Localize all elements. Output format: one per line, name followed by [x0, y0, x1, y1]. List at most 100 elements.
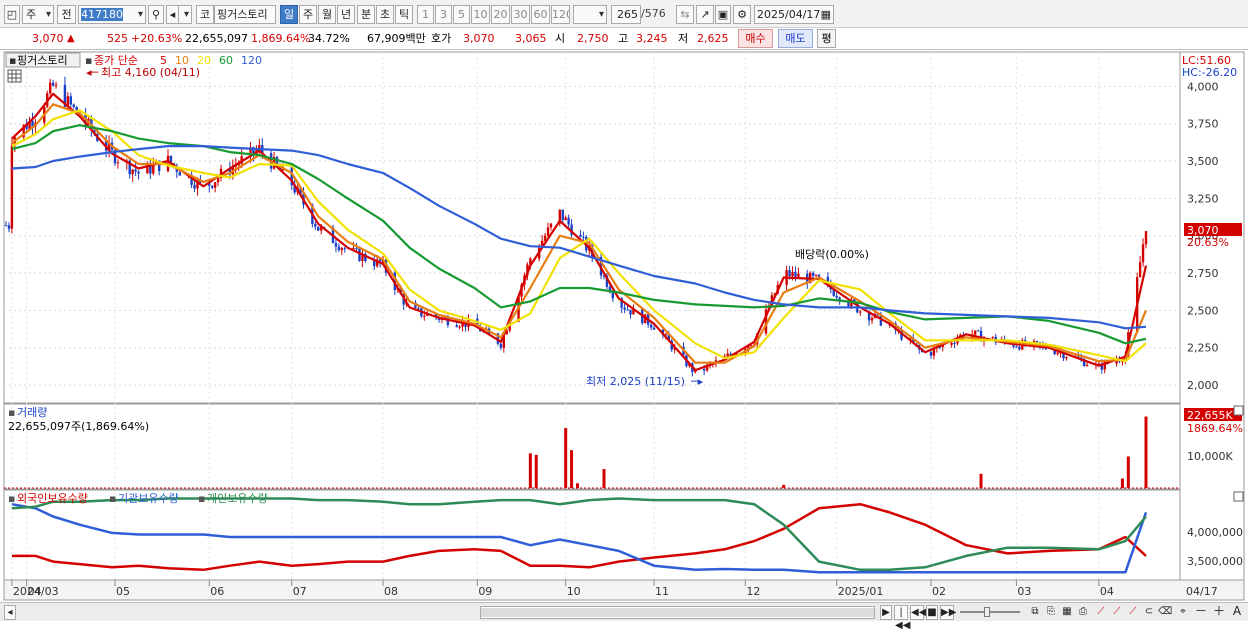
rewind-icon: ◀◀	[911, 607, 927, 618]
forward-button[interactable]: ▶▶	[940, 605, 956, 620]
price-panel[interactable]	[3, 51, 1181, 404]
grid-icon[interactable]: ▦	[1060, 605, 1074, 620]
open-label: 시	[555, 32, 566, 45]
scrollbar-track[interactable]	[480, 606, 875, 619]
candle-body	[929, 352, 933, 356]
sell-button[interactable]: 매도	[778, 29, 813, 48]
period-week-button[interactable]: 주	[299, 5, 317, 24]
zoom-out-icon[interactable]: －	[1194, 605, 1208, 620]
eval-button[interactable]: 평	[817, 29, 836, 48]
chart-area[interactable]: 2,000 2,250 2,500 2,750 3,000 3,250 3,500 3,750…	[0, 50, 1248, 602]
prev-toggle-button[interactable]: 전	[57, 5, 76, 24]
scrollbar-thumb[interactable]	[481, 608, 874, 617]
volume-bar	[564, 428, 568, 488]
chart-svg[interactable]: 2,0002,2502,5002,7503,0003,2503,5003,750…	[0, 50, 1248, 602]
calendar-icon[interactable]: ▦	[821, 6, 831, 23]
volume-bullet: ▪	[8, 406, 15, 419]
gear-icon[interactable]: ⚙	[733, 5, 751, 24]
candle-body	[4, 225, 8, 227]
layout-icon[interactable]: ⧉	[1028, 605, 1042, 620]
interval-60-button[interactable]: 60	[531, 5, 550, 24]
period-second-button[interactable]: 초	[376, 5, 394, 24]
zoom-in-icon[interactable]: ＋	[1212, 605, 1226, 620]
volume-panel-close-icon[interactable]	[1233, 405, 1244, 416]
period-minute-button[interactable]: 분	[357, 5, 375, 24]
candle-body	[48, 82, 52, 94]
candle-body	[455, 325, 458, 327]
draw-ray-icon[interactable]: ⟋	[1126, 605, 1140, 620]
interval-10-button[interactable]: 10	[471, 5, 490, 24]
save-icon[interactable]: ▣	[715, 5, 731, 24]
interval-dropdown[interactable]	[573, 5, 607, 24]
period-tick-button[interactable]: 틱	[395, 5, 413, 24]
price-change-pct: +20.63%	[131, 32, 183, 45]
font-size-icon[interactable]: A	[1230, 605, 1244, 620]
period-year-button[interactable]: 년	[337, 5, 355, 24]
hc-label: HC:-26.20	[1182, 66, 1237, 79]
scroll-left-button[interactable]: ◂	[4, 605, 16, 620]
interval-1-button[interactable]: 1	[417, 5, 434, 24]
search-icon[interactable]: ⚲	[148, 5, 164, 24]
high-annotation: 최고 4,160 (04/11)	[101, 66, 200, 79]
last-volume-label: 22,655K	[1187, 409, 1233, 422]
volume-panel[interactable]	[3, 403, 1181, 490]
speed-slider[interactable]	[960, 611, 1020, 613]
holdings-panel-close-icon[interactable]	[1233, 491, 1244, 502]
draw-trend-icon[interactable]: ⟋	[1110, 605, 1124, 620]
date-input[interactable]: 2025/04/17 ▦	[754, 5, 834, 24]
tool-icon[interactable]: ↗	[696, 5, 714, 24]
price-tick-label: 2,000	[1187, 379, 1219, 392]
play-button[interactable]: ▶	[880, 605, 892, 620]
speaker-dropdown[interactable]	[178, 5, 192, 24]
x-tick-label: 10	[567, 585, 581, 598]
rewind-button[interactable]: ◀◀	[910, 605, 927, 620]
price-tick-label: 4,000	[1187, 80, 1219, 93]
interval-30-button[interactable]: 30	[511, 5, 530, 24]
sell-label: 매도	[785, 32, 806, 45]
volume-bar	[570, 450, 574, 488]
speaker-icon[interactable]: ◂	[166, 5, 178, 24]
candle-body	[794, 271, 797, 277]
magnet-icon[interactable]: ⊂	[1142, 605, 1156, 620]
buy-button[interactable]: 매수	[738, 29, 773, 48]
ko-button[interactable]: 코	[196, 5, 214, 24]
holdings-legend-bullet: ▪	[8, 492, 15, 505]
period-day-button[interactable]: 일	[280, 5, 298, 24]
first-button[interactable]: |◀◀	[894, 605, 910, 631]
interval-5-button[interactable]: 5	[453, 5, 470, 24]
market-select[interactable]: 주	[22, 5, 54, 24]
count-input[interactable]: 265	[611, 5, 641, 24]
candle-body	[953, 342, 956, 344]
candle-body	[626, 309, 629, 311]
holdings-legend-bullet: ▪	[109, 492, 116, 505]
stop-button[interactable]: ■	[926, 605, 938, 620]
draw-line-icon[interactable]: ⟋	[1094, 605, 1108, 620]
crosshair-icon[interactable]: ⌖	[1176, 605, 1190, 620]
price-tick-label: 3,750	[1187, 118, 1219, 131]
candle-body	[950, 342, 953, 345]
print-icon[interactable]: ⎙	[1076, 605, 1090, 620]
volume-pct: 1,869.64%	[251, 32, 311, 45]
period-month-button[interactable]: 월	[318, 5, 336, 24]
eraser-icon[interactable]: ⌫	[1158, 605, 1172, 620]
copy-icon[interactable]: ⎘	[1044, 605, 1058, 620]
interval-20-button[interactable]: 20	[491, 5, 510, 24]
interval-120-button[interactable]: 120	[551, 5, 570, 24]
candle-body	[211, 185, 214, 188]
interval-3-button[interactable]: 3	[435, 5, 452, 24]
window-menu-icon[interactable]: ◰	[4, 5, 20, 24]
high-arrow-icon: ◂─	[86, 66, 99, 79]
candle-body	[788, 270, 791, 277]
stock-name-field[interactable]: 핑거스토리	[214, 5, 276, 24]
period-month-label: 월	[321, 8, 333, 21]
low-arrow-icon: ─▸	[690, 375, 704, 388]
period-day-label: 일	[283, 8, 295, 21]
table-toggle-icon[interactable]	[7, 69, 22, 83]
code-input[interactable]: 417180	[78, 5, 146, 24]
speed-slider-handle[interactable]	[984, 607, 990, 617]
ma-legend-60: 60	[219, 54, 233, 67]
candle-body	[355, 248, 358, 250]
candle-body	[1141, 244, 1145, 263]
candle-body	[1138, 262, 1142, 278]
sync-icon[interactable]: ⇆	[676, 5, 694, 24]
